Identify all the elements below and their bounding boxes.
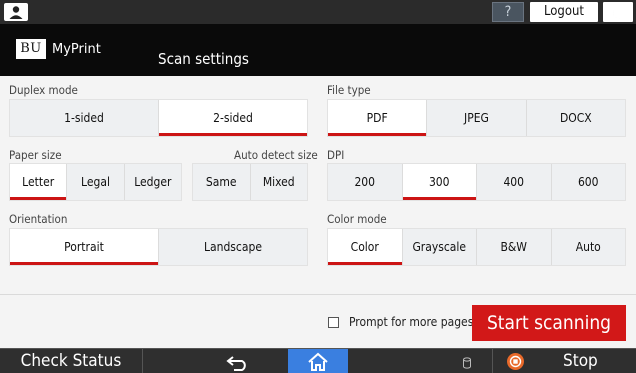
user-icon bbox=[9, 6, 23, 19]
auto-detect-selector: Same Mixed bbox=[192, 163, 308, 201]
prompt-more-pages-label[interactable]: Prompt for more pages bbox=[349, 315, 473, 329]
brand-name: MyPrint bbox=[52, 41, 101, 57]
color-mode-selector: Color Grayscale B&W Auto bbox=[327, 228, 626, 266]
stop-label: Stop bbox=[563, 351, 598, 371]
brand: BU MyPrint bbox=[16, 38, 101, 60]
paper-size-option-legal[interactable]: Legal bbox=[67, 164, 125, 200]
brand-logo: BU bbox=[16, 39, 46, 59]
moon-icon bbox=[612, 4, 620, 20]
back-button[interactable] bbox=[190, 349, 286, 373]
duplex-option-2-sided[interactable]: 2-sided bbox=[159, 100, 307, 136]
system-bar: ? Logout bbox=[0, 0, 636, 24]
dpi-option-600[interactable]: 600 bbox=[551, 164, 625, 200]
auto-detect-label: Auto detect size bbox=[234, 148, 318, 162]
check-status-button[interactable]: Check Status bbox=[0, 349, 143, 373]
bottom-nav-bar: Check Status Stop bbox=[0, 348, 636, 373]
start-scanning-button[interactable]: Start scanning bbox=[472, 305, 626, 341]
duplex-option-1-sided[interactable]: 1-sided bbox=[10, 100, 159, 136]
paper-size-option-ledger[interactable]: Ledger bbox=[124, 164, 181, 200]
paper-size-selector: Letter Legal Ledger bbox=[9, 163, 182, 201]
paper-size-label: Paper size bbox=[9, 148, 62, 162]
action-row: Prompt for more pages Start scanning bbox=[0, 294, 636, 348]
user-button[interactable] bbox=[4, 3, 28, 21]
file-type-option-pdf[interactable]: PDF bbox=[328, 100, 428, 136]
stop-button[interactable]: Stop bbox=[492, 349, 636, 373]
prompt-more-pages-checkbox[interactable] bbox=[328, 317, 339, 328]
night-mode-button[interactable] bbox=[603, 2, 633, 22]
settings-panel: Duplex mode 1-sided 2-sided File type PD… bbox=[0, 76, 636, 292]
color-mode-option-auto[interactable]: Auto bbox=[551, 229, 625, 265]
orientation-selector: Portrait Landscape bbox=[9, 228, 308, 266]
color-mode-option-bw[interactable]: B&W bbox=[477, 229, 552, 265]
page-title: Scan settings bbox=[158, 50, 249, 68]
dpi-option-300[interactable]: 300 bbox=[402, 164, 477, 200]
app-header: BU MyPrint Scan settings bbox=[0, 24, 636, 76]
help-button[interactable]: ? bbox=[492, 2, 524, 22]
color-mode-option-grayscale[interactable]: Grayscale bbox=[402, 229, 477, 265]
orientation-option-portrait[interactable]: Portrait bbox=[10, 229, 159, 265]
color-mode-label: Color mode bbox=[327, 212, 387, 226]
back-arrow-icon bbox=[226, 355, 246, 371]
file-type-label: File type bbox=[327, 83, 371, 97]
duplex-mode-selector: 1-sided 2-sided bbox=[9, 99, 308, 137]
dpi-option-400[interactable]: 400 bbox=[477, 164, 552, 200]
home-icon bbox=[308, 352, 328, 371]
auto-detect-option-mixed[interactable]: Mixed bbox=[250, 164, 307, 200]
auto-detect-option-same[interactable]: Same bbox=[193, 164, 251, 200]
orientation-label: Orientation bbox=[9, 212, 68, 226]
paper-size-option-letter[interactable]: Letter bbox=[10, 164, 68, 200]
database-icon bbox=[463, 357, 471, 369]
color-mode-option-color[interactable]: Color bbox=[328, 229, 403, 265]
home-button[interactable] bbox=[288, 349, 348, 373]
dpi-selector: 200 300 400 600 bbox=[327, 163, 626, 201]
logout-button[interactable]: Logout bbox=[530, 2, 598, 22]
dpi-label: DPI bbox=[327, 148, 345, 162]
data-indicator bbox=[460, 355, 474, 369]
orientation-option-landscape[interactable]: Landscape bbox=[159, 229, 307, 265]
file-type-option-docx[interactable]: DOCX bbox=[526, 100, 625, 136]
stop-icon bbox=[507, 353, 524, 370]
file-type-selector: PDF JPEG DOCX bbox=[327, 99, 626, 137]
duplex-mode-label: Duplex mode bbox=[9, 83, 78, 97]
file-type-option-jpeg[interactable]: JPEG bbox=[427, 100, 527, 136]
dpi-option-200[interactable]: 200 bbox=[328, 164, 403, 200]
